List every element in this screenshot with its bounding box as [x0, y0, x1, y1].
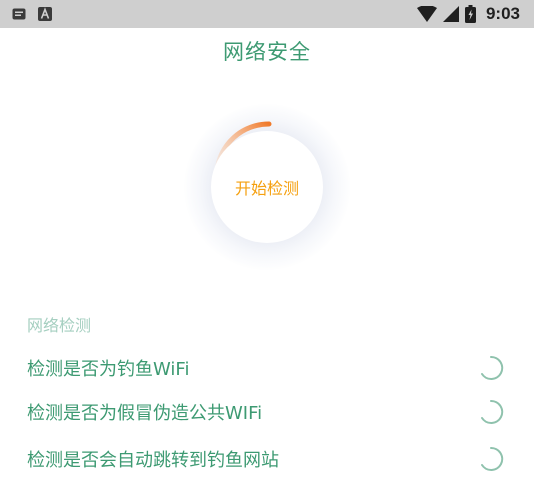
start-scan-label: 开始检测 [234, 179, 299, 198]
page-title: 网络安全 [223, 40, 311, 64]
status-bar: 9:03 [0, 0, 534, 28]
loading-icon [481, 399, 504, 424]
battery-icon [464, 5, 476, 23]
screen: 9:03 网络安全 开始检测 网络检测 检测是否为钓鱼WiFi 检测是否为假冒伪… [0, 0, 534, 501]
check-row-fake-public-wifi: 检测是否为假冒伪造公共WIFi [0, 392, 534, 432]
a-badge-icon [38, 7, 52, 21]
scan-area: 开始检测 [184, 104, 350, 270]
wifi-icon [416, 6, 437, 22]
start-scan-button[interactable]: 开始检测 [211, 131, 323, 243]
check-row-label: 检测是否会自动跳转到钓鱼网站 [27, 450, 279, 471]
status-time: 9:03 [485, 4, 520, 23]
status-right: 9:03 [416, 4, 520, 24]
signal-icon [442, 6, 459, 22]
loading-icon [481, 446, 504, 471]
check-row-redirect-phishing-site: 检测是否会自动跳转到钓鱼网站 [0, 439, 534, 479]
status-left [12, 7, 52, 21]
check-row-label: 检测是否为假冒伪造公共WIFi [27, 403, 263, 424]
section-header: 网络检测 [27, 316, 92, 335]
message-icon [12, 8, 26, 20]
check-row-phishing-wifi: 检测是否为钓鱼WiFi [0, 348, 534, 388]
loading-icon [481, 355, 504, 380]
check-row-label: 检测是否为钓鱼WiFi [27, 359, 190, 380]
